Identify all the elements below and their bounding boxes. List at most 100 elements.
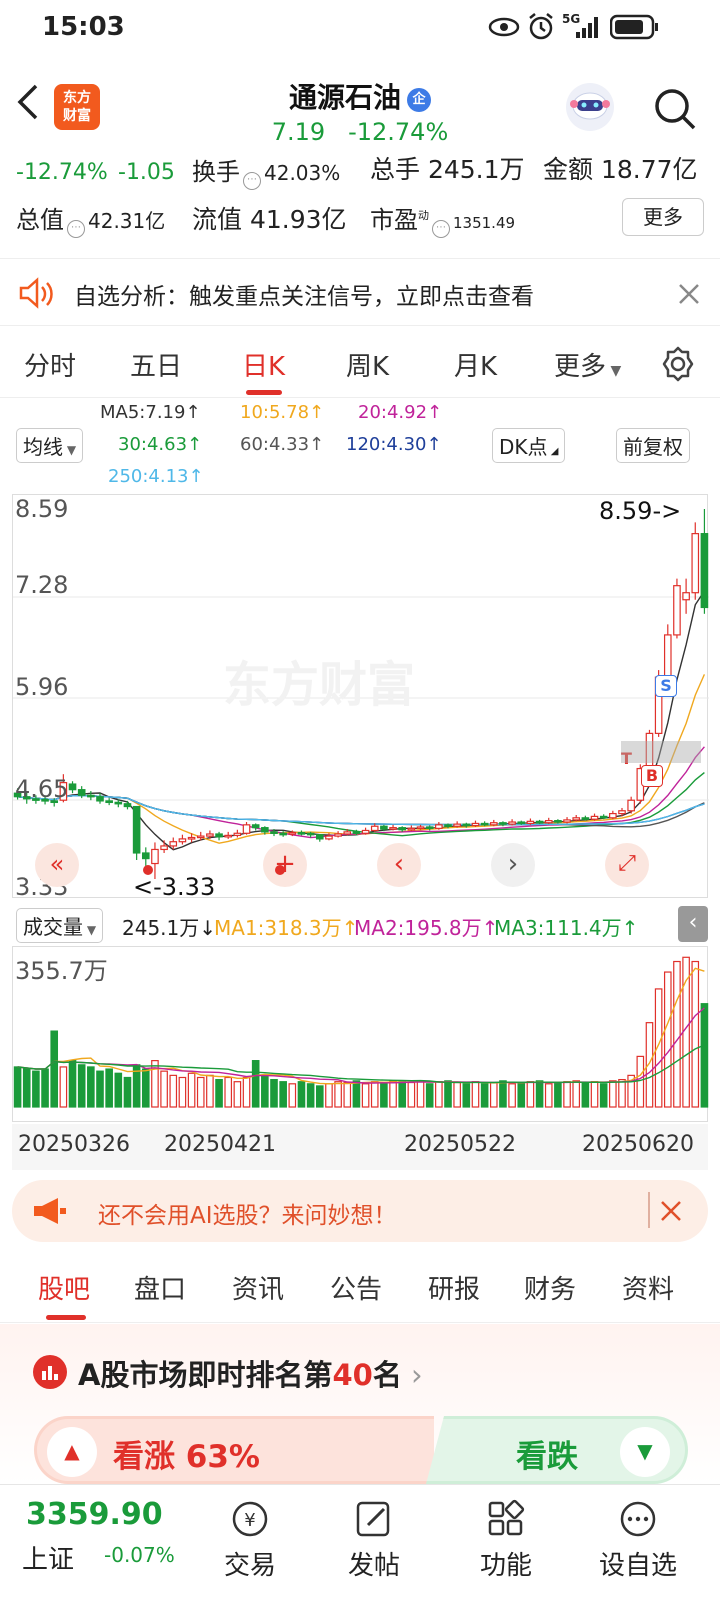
dk-point-button[interactable]: DK点 ◢ [492,428,566,463]
candle-body [489,822,498,826]
ma-selector[interactable]: 均线 ▼ [16,428,84,463]
candle [609,810,617,820]
candle-body [96,796,104,802]
more-quote-button[interactable]: 更多 [622,198,704,236]
tab-pankou[interactable]: 盘口 [134,1269,186,1306]
candle-body [627,799,635,812]
candle-body [261,827,269,833]
ma5-line [17,590,705,851]
volume-chart[interactable]: 355.7万 [12,946,709,1122]
tab-finance[interactable]: 财务 [524,1269,576,1306]
volume-bar [196,1076,205,1108]
candle [691,522,700,600]
sell-marker[interactable]: S [655,675,677,697]
tab-research[interactable]: 研报 [428,1269,480,1306]
volume-bar [480,1083,489,1108]
volume-bar [178,1076,187,1108]
tab-daily-k[interactable]: 日K [242,346,285,383]
megaphone-icon [34,1198,66,1224]
candle [508,819,516,826]
candlestick-chart[interactable]: 东方财富 8.59 7.28 5.96 4.65 3.33 8.59-> <-3… [12,494,709,901]
volume-bar [334,1081,342,1108]
bearish-button[interactable]: 看跌 ▼ [426,1416,688,1484]
volume-bar [141,1068,150,1108]
index-value[interactable]: 3359.90 [26,1497,163,1532]
volume-bar [68,1060,77,1108]
volume-bar [471,1081,480,1108]
volume-bar [645,1022,654,1108]
volume-selector[interactable]: 成交量 ▼ [16,908,104,943]
candle [599,814,608,820]
dropdown-icon: ▼ [606,363,622,379]
close-icon[interactable] [678,283,700,305]
banner-text: 自选分析：触发重点关注信号，立即点击查看 [74,284,534,310]
volume-bar [416,1080,425,1108]
tab-announcement[interactable]: 公告 [330,1269,382,1306]
bullish-button[interactable]: ▲ 看涨 63% [34,1416,434,1484]
robot-assistant-icon[interactable] [563,80,617,134]
candle-body [270,831,278,834]
buy-marker[interactable]: B [641,765,663,787]
price-adjust-button[interactable]: 前复权 [616,428,690,463]
volume-bar [618,1078,626,1108]
add-watchlist-button[interactable]: 设自选 [588,1499,688,1582]
event-dot[interactable] [143,865,153,875]
tab-weekly-k[interactable]: 周K [346,346,389,383]
active-tab-indicator [246,390,282,395]
volume-bar [673,960,681,1108]
more-dots-icon [620,1501,656,1537]
zoom-in-button[interactable]: + [263,843,307,887]
close-icon[interactable] [660,1200,682,1222]
info-icon[interactable]: ⋯ [67,220,85,238]
volume-bar [535,1080,544,1108]
signal-banner[interactable]: 自选分析：触发重点关注信号，立即点击查看 [0,258,720,326]
tab-more[interactable]: 更多 ▼ [554,346,621,383]
rank-text[interactable]: A股市场即时排名第40名 › [78,1352,423,1394]
quote-info: -12.74% -1.05 换手 ⋯ 42.03% 总手 245.1万 金额 18.… [0,148,720,258]
ma-panel: 均线 ▼ MA5:7.19↑ 10:5.78↑ 20:4.92↑ 30:4.63… [0,398,720,492]
functions-button[interactable]: 功能 [456,1499,556,1582]
volume-value: 245.1万 [427,155,525,184]
tab-profile[interactable]: 资料 [622,1269,674,1306]
bullish-label: 看涨 63% [113,1439,260,1475]
candle-body [361,829,370,834]
trade-button[interactable]: ¥ 交易 [200,1499,300,1582]
scroll-left-button[interactable]: ‹ [377,843,421,887]
volume-bar [444,1080,452,1108]
post-button[interactable]: 发帖 [324,1499,424,1582]
volume-bar [361,1083,370,1108]
tab-five-day[interactable]: 五日 [130,346,182,383]
ma-lines [17,590,706,851]
rewind-button[interactable]: « [35,843,79,887]
tab-news[interactable]: 资讯 [232,1269,284,1306]
settings-gear-icon[interactable] [660,346,696,382]
volume-bar [206,1074,214,1108]
info-icon[interactable]: ⋯ [432,220,450,238]
scroll-right-button[interactable]: › [491,843,535,887]
pe-value: 1351.49 [453,214,516,232]
status-bar: 15:03 5G [0,0,720,56]
candle-body [563,819,571,823]
candle [572,814,581,822]
candle-body [343,831,352,835]
fullscreen-button[interactable]: ⤢ [605,843,649,887]
volume-current: 245.1万↓ [122,916,217,940]
volume-bar [59,1066,68,1108]
candle-body [279,832,287,836]
volume-svg [13,956,709,1108]
tab-monthly-k[interactable]: 月K [454,346,497,383]
info-icon[interactable]: ⋯ [243,172,261,190]
index-change: -0.07% [104,1543,175,1567]
candle-body [581,817,590,820]
tab-minute[interactable]: 分时 [24,346,76,383]
index-name[interactable]: 上证 [22,1539,74,1576]
search-icon[interactable] [652,86,698,132]
event-dot[interactable] [275,865,285,875]
ai-stock-picking-ad[interactable]: 还不会用AI选股？来问妙想！ [12,1180,708,1242]
candle [700,509,709,614]
candle [105,798,113,806]
volume-bar [462,1083,471,1108]
collapse-panel-button[interactable]: ‹ [678,906,708,942]
tab-guba[interactable]: 股吧 [38,1269,90,1306]
bottom-nav: 3359.90 上证 -0.07% ¥ 交易 发帖 功能 设自选 [0,1484,720,1612]
